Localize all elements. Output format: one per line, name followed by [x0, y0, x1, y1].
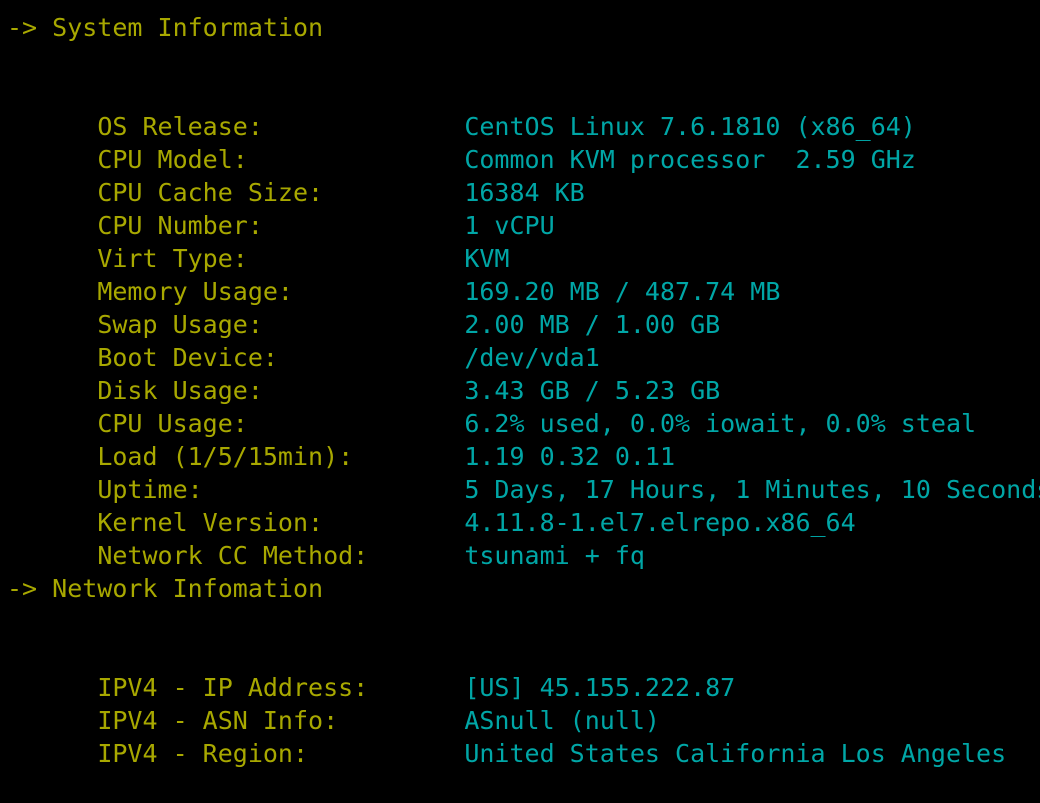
row-label: Uptime: [97, 475, 203, 504]
row-label: Virt Type: [97, 244, 248, 273]
section-heading-system-information: -> System Information [7, 13, 324, 42]
row-value: Common KVM processor 2.59 GHz [464, 145, 916, 174]
info-row-os-release: OS Release: CentOS Linux 7.6.1810 (x86_64… [7, 77, 1040, 141]
row-label: IPV4 - ASN Info: [97, 706, 339, 735]
terminal-window: -> System Information OS Release: CentOS … [0, 0, 1040, 768]
row-value: KVM [464, 244, 510, 273]
row-value: CentOS Linux 7.6.1810 (x86_64) [464, 112, 916, 141]
row-label: Kernel Version: [97, 508, 324, 537]
row-value: 169.20 MB / 487.74 MB [464, 277, 781, 306]
row-label: CPU Usage: [97, 409, 248, 438]
row-value: 3.43 GB / 5.23 GB [464, 376, 721, 405]
section-heading-network-information: -> Network Infomation [7, 574, 324, 603]
row-label: CPU Number: [97, 211, 263, 240]
row-value: 1 vCPU [464, 211, 555, 240]
row-label: Swap Usage: [97, 310, 263, 339]
row-value: 5 Days, 17 Hours, 1 Minutes, 10 Seconds [464, 475, 1040, 504]
terminal-output: -> System Information OS Release: CentOS … [0, 0, 1040, 768]
row-label: Network CC Method: [97, 541, 369, 570]
row-label: OS Release: [97, 112, 263, 141]
row-label: CPU Model: [97, 145, 248, 174]
row-value: 2.00 MB / 1.00 GB [464, 310, 721, 339]
row-value: ASnull (null) [464, 706, 660, 735]
row-value: 16384 KB [464, 178, 585, 207]
row-label: CPU Cache Size: [97, 178, 324, 207]
row-value: tsunami + fq [464, 541, 645, 570]
info-row-ipv4-ip-address: IPV4 - IP Address: [US] 45.155.222.87 [7, 638, 1040, 702]
row-label: Memory Usage: [97, 277, 293, 306]
row-label: IPV4 - IP Address: [97, 673, 369, 702]
row-label: Boot Device: [97, 343, 278, 372]
row-value: 1.19 0.32 0.11 [464, 442, 676, 471]
row-label: Load (1/5/15min): [97, 442, 354, 471]
row-value: 6.2% used, 0.0% iowait, 0.0% steal [464, 409, 977, 438]
row-value: 4.11.8-1.el7.elrepo.x86_64 [464, 508, 856, 537]
row-value: /dev/vda1 [464, 343, 600, 372]
row-value: [US] 45.155.222.87 [464, 673, 736, 702]
row-label: Disk Usage: [97, 376, 263, 405]
